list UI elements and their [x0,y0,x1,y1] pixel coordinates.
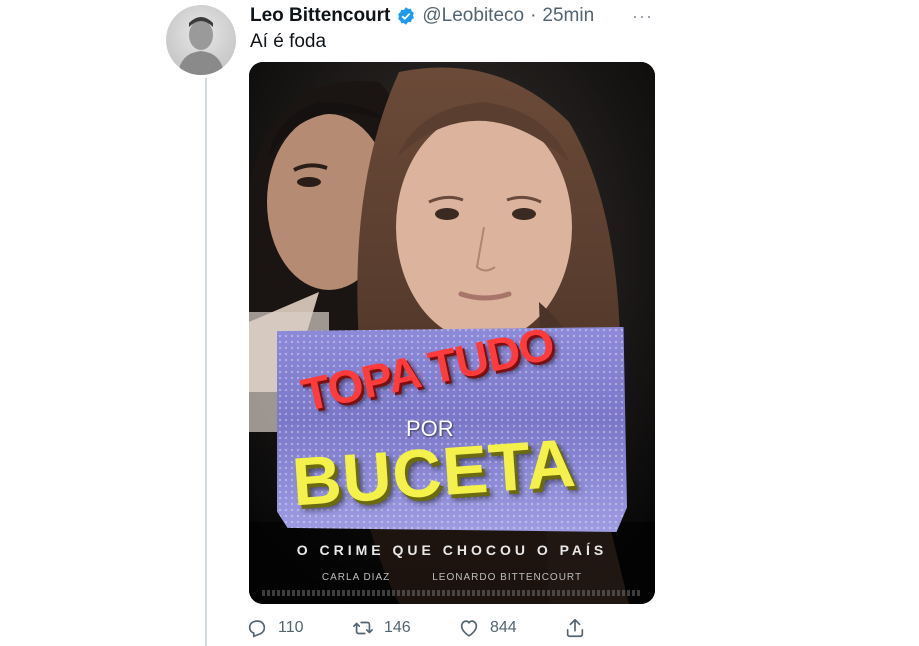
poster-fine-print [262,590,642,596]
like-count: 844 [490,619,517,636]
verified-badge-icon [398,7,415,25]
display-name[interactable]: Leo Bittencourt [250,5,390,27]
poster-tagline: O CRIME QUE CHOCOU O PAÍS [296,542,608,558]
heart-icon [460,620,478,637]
retweet-count: 146 [384,619,411,636]
credit-leonardo: LEONARDO BITTENCOURT [432,572,583,583]
left-gutter [0,0,148,646]
more-options-icon[interactable]: ··· [632,6,653,27]
credit-carla: CARLA DIAZ [321,572,391,583]
timestamp[interactable]: 25min [542,5,594,27]
like-button[interactable]: 844 [458,617,564,639]
share-button[interactable] [564,617,586,639]
retweet-button[interactable]: 146 [352,617,458,639]
reply-button[interactable]: 110 [246,617,352,639]
avatar[interactable] [166,5,236,75]
tweet-text: Aí é foda [250,31,327,52]
tweet-header: Leo Bittencourt @Leobiteco · 25min [250,4,594,28]
tweet-actions: 110 146 844 [246,614,586,642]
share-icon [566,618,584,638]
poster-credits: CARLA DIAZ LEONARDO BITTENCOURT [249,572,655,583]
retweet-icon [353,621,373,635]
avatar-portrait-icon [178,17,224,75]
reply-icon [248,620,266,638]
thread-line [205,78,207,646]
reply-count: 110 [278,619,304,636]
separator-dot: · [530,5,537,26]
user-handle[interactable]: @Leobiteco [422,5,524,27]
